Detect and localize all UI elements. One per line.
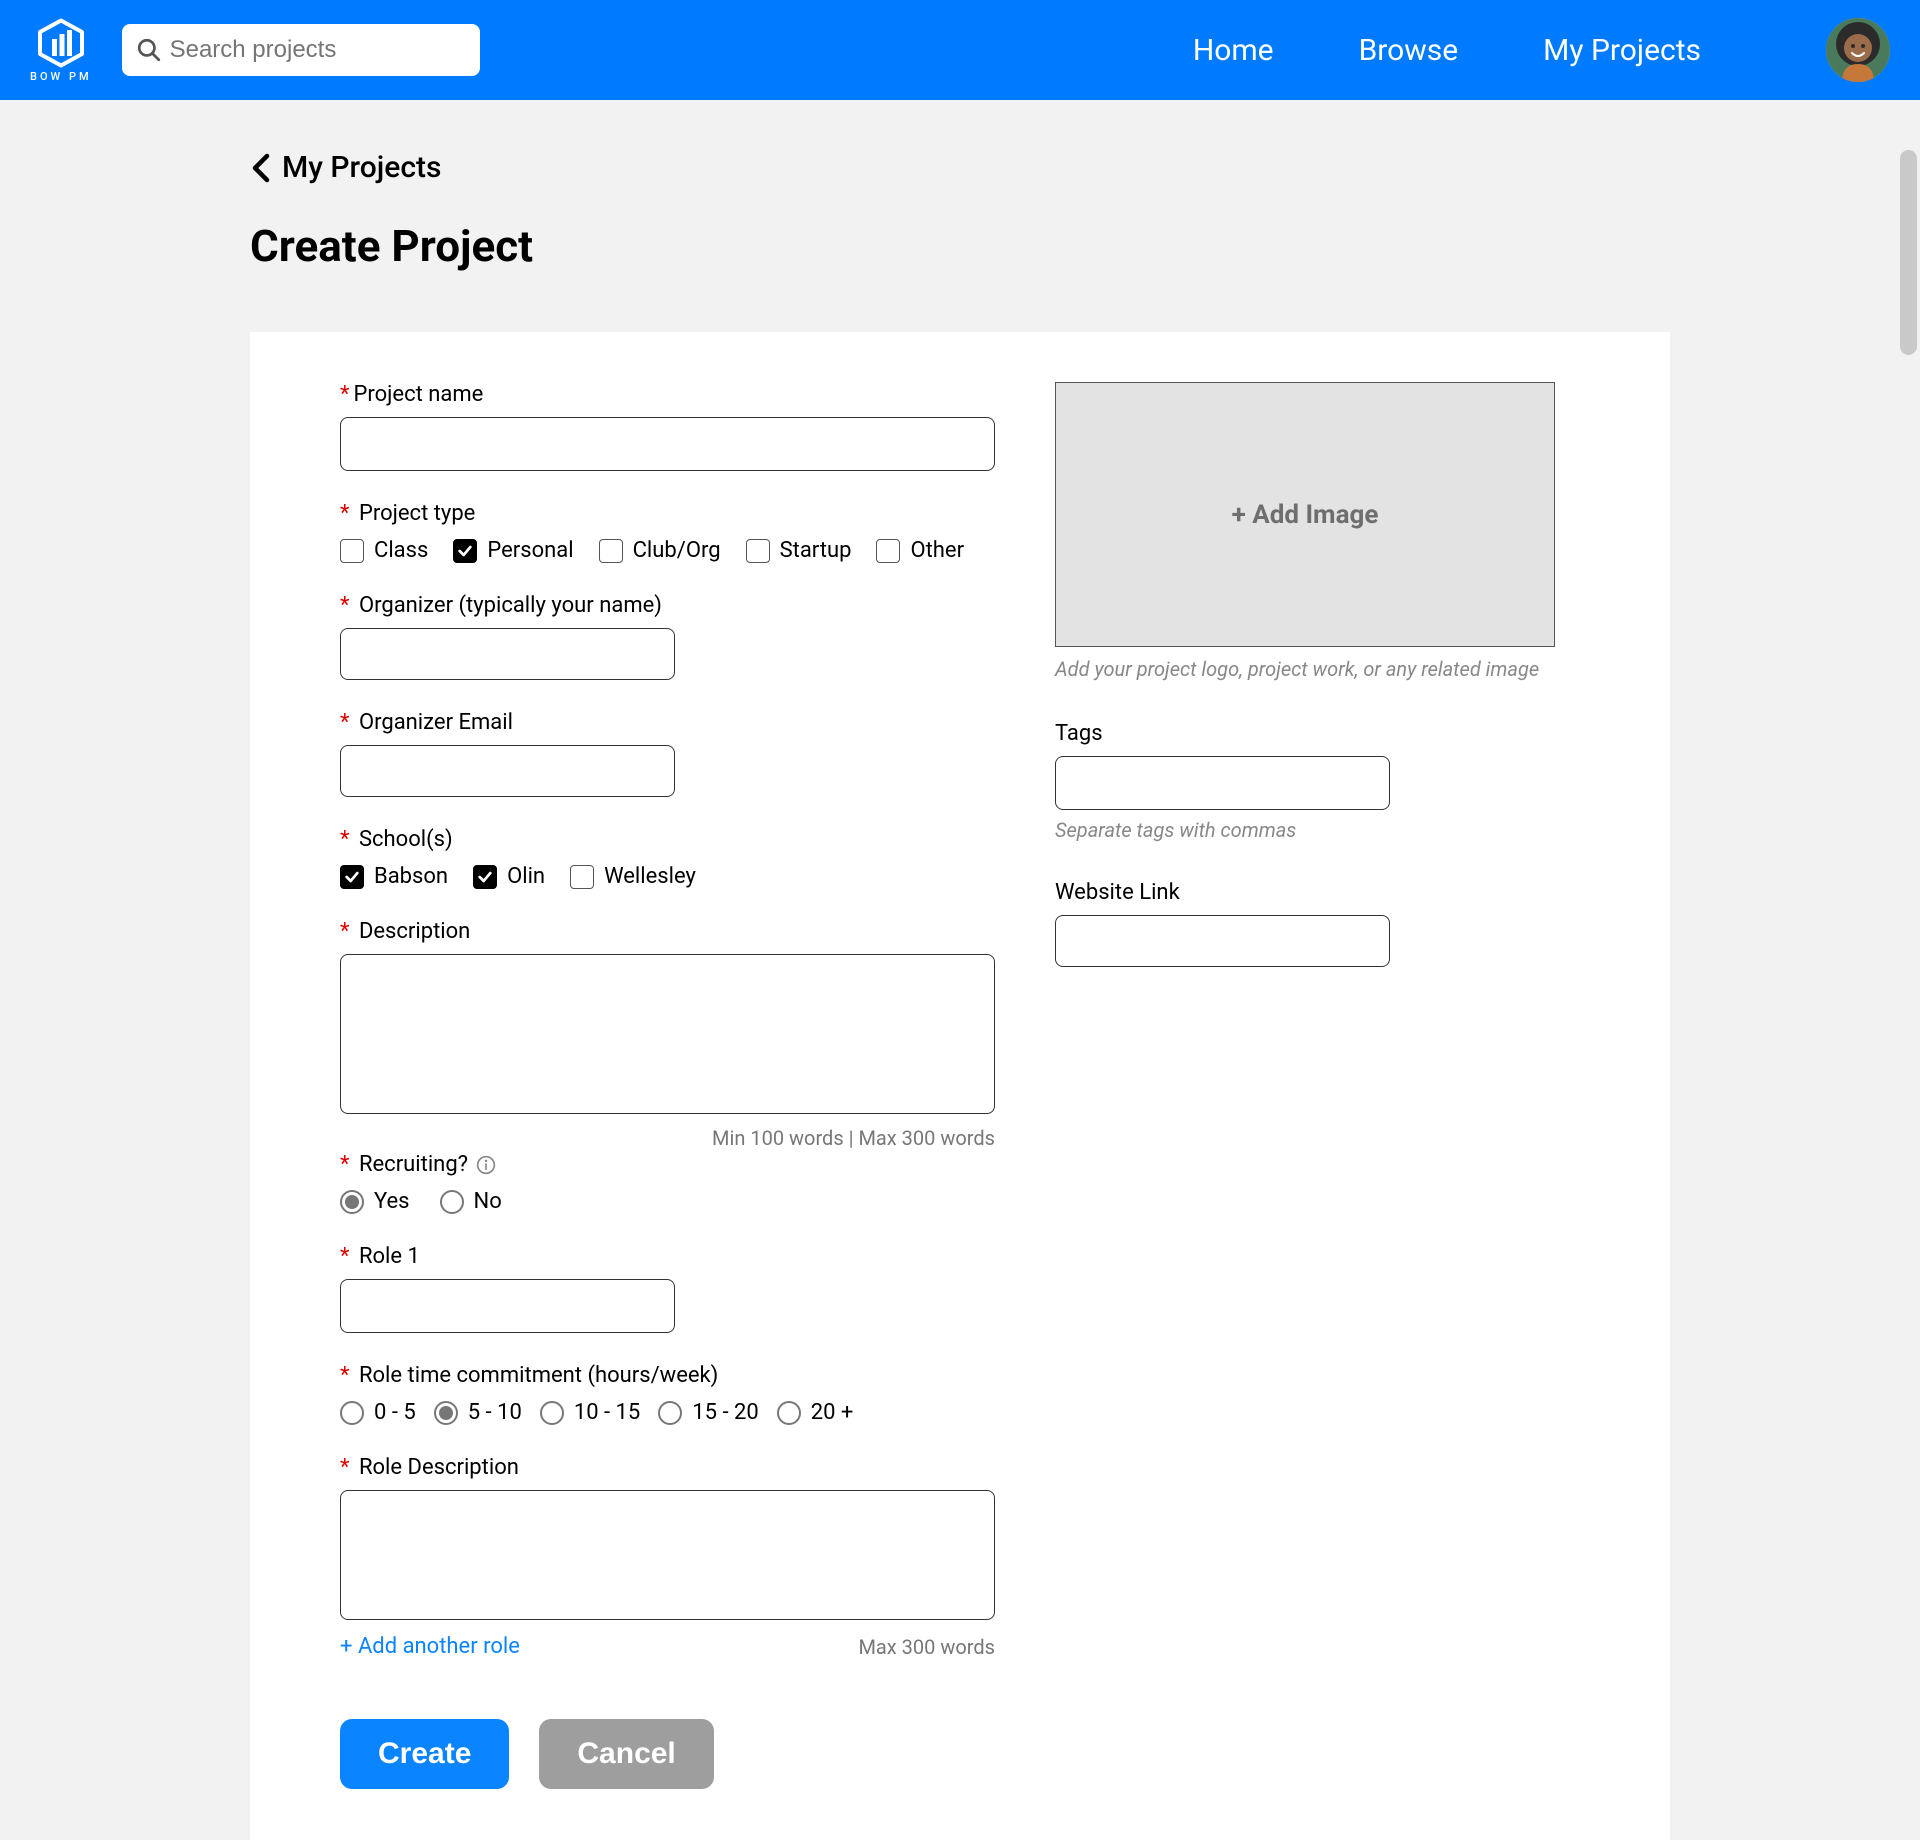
option-label: 15 - 20 [692, 1400, 758, 1425]
role1-label: * Role 1 [340, 1244, 995, 1269]
brand-name: BOW PM [30, 70, 92, 83]
time-commitment-option[interactable]: 0 - 5 [340, 1400, 416, 1425]
time-commitment-option[interactable]: 5 - 10 [434, 1400, 522, 1425]
option-label: No [474, 1189, 502, 1214]
organizer-email-label: * Organizer Email [340, 710, 995, 735]
option-label: 5 - 10 [468, 1400, 522, 1425]
radio-icon [440, 1190, 464, 1214]
recruiting-option[interactable]: Yes [340, 1189, 410, 1214]
option-label: Startup [780, 538, 852, 563]
breadcrumb[interactable]: My Projects [250, 150, 1670, 185]
checkbox-icon [340, 539, 364, 563]
search-bar[interactable] [122, 24, 480, 76]
project-type-option[interactable]: Club/Org [599, 538, 721, 563]
project-name-input[interactable] [340, 417, 995, 471]
option-label: Other [910, 538, 964, 563]
option-label: 0 - 5 [374, 1400, 416, 1425]
checkbox-icon [453, 539, 477, 563]
chevron-left-icon [250, 153, 272, 183]
option-label: Club/Org [633, 538, 721, 563]
cancel-button[interactable]: Cancel [539, 1719, 713, 1789]
info-icon[interactable] [476, 1155, 496, 1175]
nav-home[interactable]: Home [1193, 33, 1274, 68]
project-type-option[interactable]: Class [340, 538, 428, 563]
project-name-label: *Project name [340, 382, 995, 407]
option-label: 20 + [811, 1400, 854, 1425]
radio-icon [340, 1190, 364, 1214]
organizer-input[interactable] [340, 628, 675, 680]
option-label: Personal [487, 538, 573, 563]
time-commitment-option[interactable]: 20 + [777, 1400, 854, 1425]
tags-label: Tags [1055, 721, 1555, 746]
project-type-row: Class Personal Club/Org Startup Other [340, 538, 995, 563]
organizer-label: * Organizer (typically your name) [340, 593, 995, 618]
form-card: *Project name * Project type Class Person… [250, 332, 1670, 1840]
add-image-label: + Add Image [1232, 500, 1379, 530]
role-desc-textarea[interactable] [340, 1490, 995, 1620]
avatar[interactable] [1826, 18, 1890, 82]
checkbox-icon [473, 865, 497, 889]
school-option[interactable]: Olin [473, 864, 545, 889]
description-textarea[interactable] [340, 954, 995, 1114]
description-hint: Min 100 words | Max 300 words [340, 1126, 995, 1150]
checkbox-icon [746, 539, 770, 563]
description-label: * Description [340, 919, 995, 944]
time-row: 0 - 5 5 - 10 10 - 15 15 - 20 20 + [340, 1400, 995, 1425]
checkbox-icon [570, 865, 594, 889]
create-button[interactable]: Create [340, 1719, 509, 1789]
radio-icon [540, 1401, 564, 1425]
search-icon [136, 37, 162, 63]
project-type-option[interactable]: Startup [746, 538, 852, 563]
page-title: Create Project [250, 220, 1670, 272]
main-nav: Home Browse My Projects [1193, 18, 1890, 82]
scrollbar-thumb[interactable] [1900, 150, 1917, 355]
option-label: 10 - 15 [574, 1400, 640, 1425]
schools-row: Babson Olin Wellesley [340, 864, 995, 889]
add-image-drop[interactable]: + Add Image [1055, 382, 1555, 647]
page-content: My Projects Create Project *Project name… [0, 100, 1920, 1840]
tags-hint: Separate tags with commas [1055, 818, 1555, 842]
project-type-option[interactable]: Personal [453, 538, 573, 563]
role-desc-hint: Max 300 words [858, 1635, 995, 1659]
radio-icon [777, 1401, 801, 1425]
website-label: Website Link [1055, 880, 1555, 905]
nav-browse[interactable]: Browse [1359, 33, 1459, 68]
option-label: Class [374, 538, 428, 563]
project-type-option[interactable]: Other [876, 538, 964, 563]
organizer-email-input[interactable] [340, 745, 675, 797]
option-label: Yes [374, 1189, 410, 1214]
time-commitment-option[interactable]: 10 - 15 [540, 1400, 640, 1425]
project-type-label: * Project type [340, 501, 995, 526]
app-header: BOW PM Home Browse My Projects [0, 0, 1920, 100]
nav-my-projects[interactable]: My Projects [1543, 33, 1701, 68]
recruiting-label: * Recruiting? [340, 1152, 995, 1177]
school-option[interactable]: Babson [340, 864, 448, 889]
breadcrumb-label: My Projects [282, 150, 441, 185]
website-input[interactable] [1055, 915, 1390, 967]
school-option[interactable]: Wellesley [570, 864, 696, 889]
option-label: Babson [374, 864, 448, 889]
radio-icon [658, 1401, 682, 1425]
checkbox-icon [599, 539, 623, 563]
tags-input[interactable] [1055, 756, 1390, 810]
checkbox-icon [876, 539, 900, 563]
checkbox-icon [340, 865, 364, 889]
time-commitment-option[interactable]: 15 - 20 [658, 1400, 758, 1425]
add-image-hint: Add your project logo, project work, or … [1055, 657, 1555, 681]
option-label: Wellesley [604, 864, 696, 889]
role-desc-label: * Role Description [340, 1455, 995, 1480]
option-label: Olin [507, 864, 545, 889]
role-time-label: * Role time commitment (hours/week) [340, 1363, 995, 1388]
avatar-image [1826, 18, 1890, 82]
search-input[interactable] [170, 36, 466, 64]
radio-icon [340, 1401, 364, 1425]
logo-icon [36, 18, 86, 68]
role1-input[interactable] [340, 1279, 675, 1333]
recruiting-row: Yes No [340, 1189, 995, 1214]
add-role-link[interactable]: + Add another role [340, 1634, 520, 1659]
brand-logo[interactable]: BOW PM [30, 18, 92, 83]
radio-icon [434, 1401, 458, 1425]
schools-label: * School(s) [340, 827, 995, 852]
recruiting-option[interactable]: No [440, 1189, 502, 1214]
